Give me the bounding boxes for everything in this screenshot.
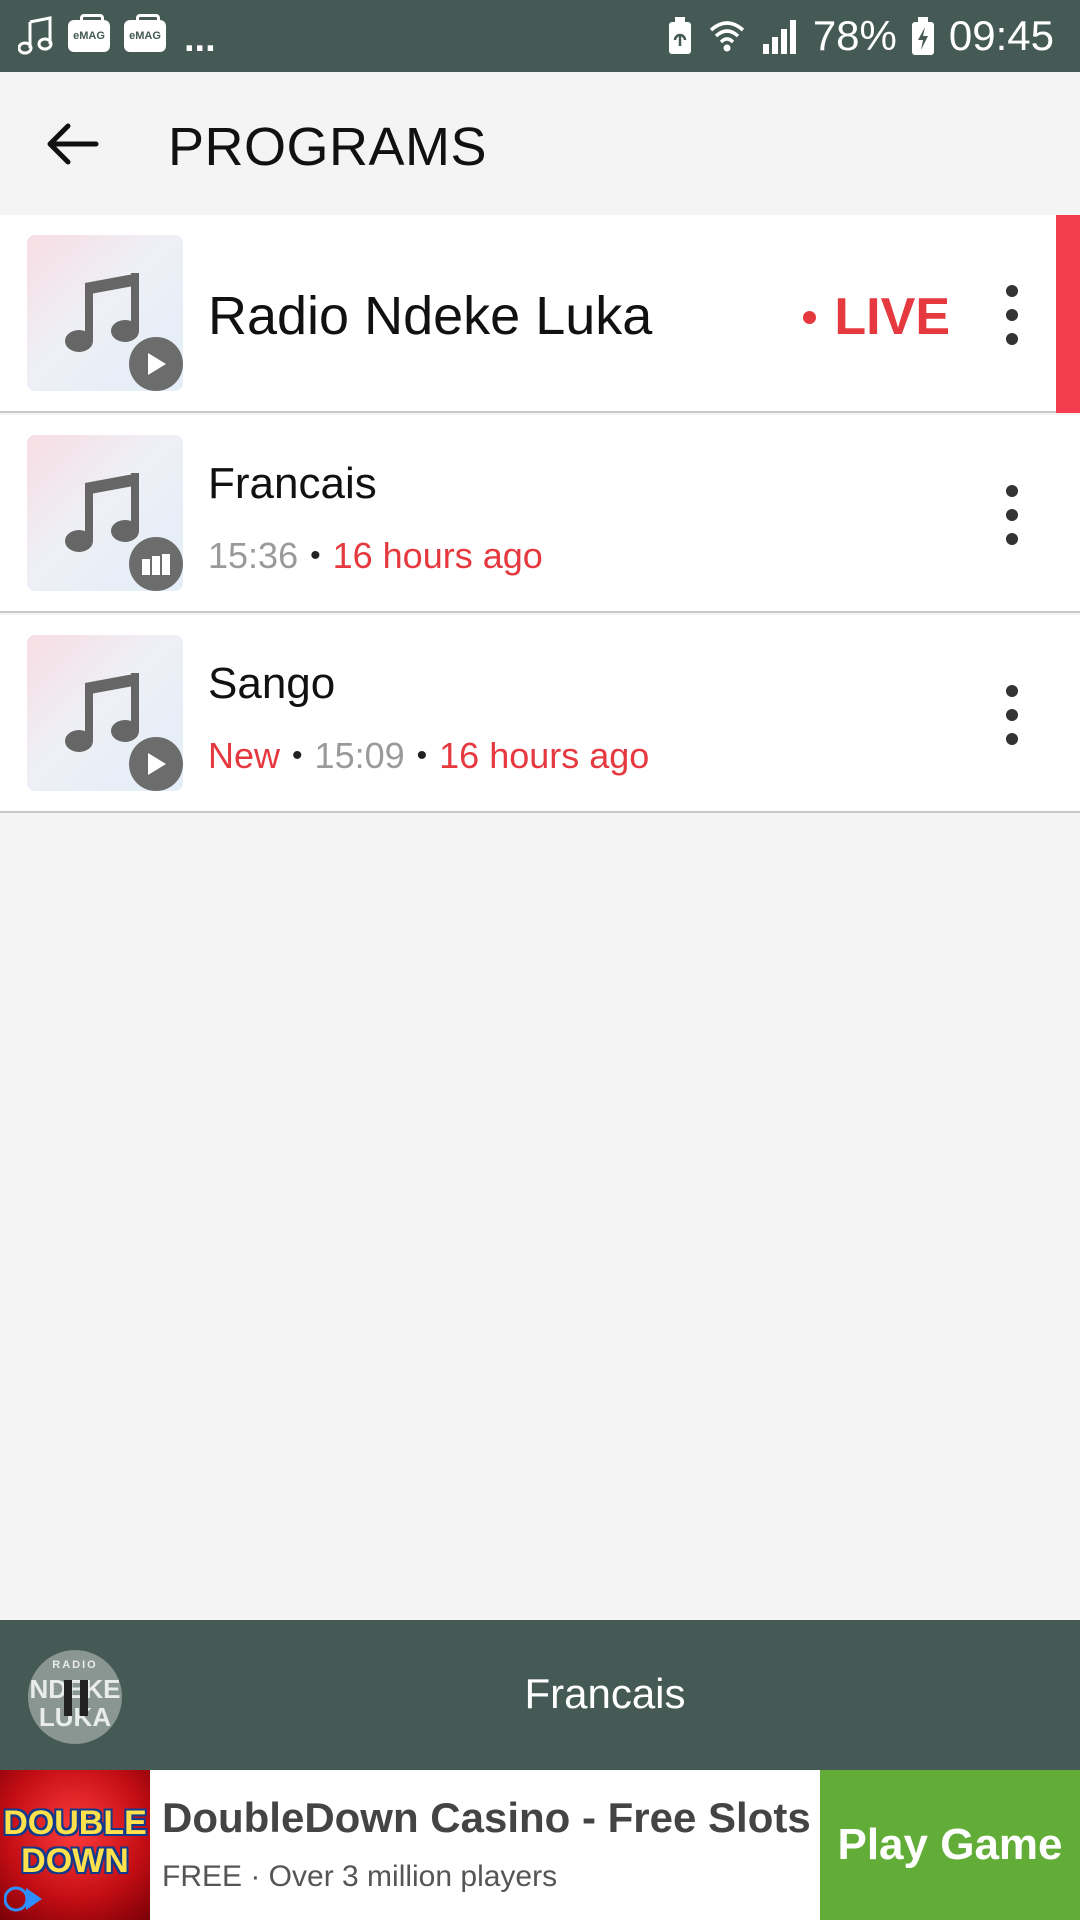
program-duration: 15:36 — [208, 535, 299, 576]
mini-player[interactable]: RADIO NDEKE LUKA Francais — [0, 1620, 1080, 1770]
meta-separator: • — [416, 739, 428, 772]
program-duration: 15:09 — [314, 735, 405, 776]
ad-logo-text: DOWN — [21, 1842, 129, 1880]
status-bar-notifications: eMAG eMAG ... — [18, 12, 216, 60]
more-options-button[interactable] — [1000, 485, 1024, 545]
battery-saver-icon — [668, 17, 691, 54]
back-button[interactable] — [40, 112, 104, 176]
ad-logo-text: DOUBLE — [3, 1804, 147, 1842]
program-age: 16 hours ago — [439, 735, 650, 776]
program-thumbnail — [27, 435, 183, 591]
more-vertical-icon — [1006, 285, 1018, 297]
play-icon — [148, 753, 166, 775]
ad-app-logo[interactable]: DOUBLE DOWN — [0, 1770, 150, 1920]
live-dot-icon — [803, 310, 817, 324]
live-badge: LIVE — [803, 287, 950, 347]
more-vertical-icon — [1006, 685, 1018, 697]
more-options-button[interactable] — [1000, 685, 1024, 745]
program-meta: 15:36 • 16 hours ago — [208, 535, 543, 577]
program-title: Radio Ndeke Luka — [208, 286, 653, 346]
clock: 09:45 — [948, 12, 1054, 59]
logo-text: RADIO — [52, 1659, 98, 1671]
program-thumbnail — [27, 235, 183, 391]
more-notifications-indicator: ... — [184, 17, 216, 60]
emag-icon: eMAG — [68, 14, 110, 52]
app-bar: PROGRAMS — [0, 72, 1080, 215]
ad-title: DoubleDown Casino - Free Slots — [162, 1794, 811, 1841]
play-icon — [148, 353, 166, 375]
play-game-button[interactable]: Play Game — [820, 1770, 1080, 1920]
page-title: PROGRAMS — [168, 117, 488, 177]
station-logo[interactable]: RADIO NDEKE LUKA — [28, 1650, 122, 1744]
ad-subtitle: FREE · Over 3 million players — [162, 1860, 558, 1893]
live-label: LIVE — [834, 288, 950, 346]
signal-icon — [762, 20, 796, 54]
wifi-icon — [709, 21, 744, 52]
program-title: Sango — [208, 659, 336, 708]
now-playing-title: Francais — [524, 1670, 686, 1717]
arrow-left-icon — [47, 123, 99, 165]
program-row-francais[interactable]: Francais 15:36 • 16 hours ago — [0, 415, 1080, 613]
program-row-live[interactable]: Radio Ndeke Luka LIVE — [0, 215, 1080, 413]
more-vertical-icon — [1006, 485, 1018, 497]
program-meta: New • 15:09 • 16 hours ago — [208, 735, 649, 777]
emag-icon: eMAG — [124, 14, 166, 52]
program-row-sango[interactable]: Sango New • 15:09 • 16 hours ago — [0, 615, 1080, 813]
program-age: 16 hours ago — [332, 535, 543, 576]
play-badge[interactable] — [129, 737, 183, 791]
now-playing-bars-icon — [142, 554, 170, 575]
meta-separator: • — [310, 539, 321, 572]
music-note-icon — [18, 16, 53, 55]
battery-percent: 78% — [812, 12, 897, 59]
more-options-button[interactable] — [1000, 285, 1024, 345]
now-playing-indicator — [1056, 215, 1080, 413]
pause-icon — [64, 1680, 88, 1716]
ad-choices-icon[interactable] — [4, 1884, 44, 1914]
status-bar-system: 78% 09:45 — [667, 12, 1054, 60]
new-tag: New — [208, 735, 281, 776]
battery-charging-icon — [911, 17, 934, 55]
status-bar: eMAG eMAG ... 78% 09:45 — [0, 0, 1080, 72]
play-badge[interactable] — [129, 337, 183, 391]
ad-banner[interactable]: DOUBLE DOWN DoubleDown Casino - Free Slo… — [0, 1770, 1080, 1920]
program-title: Francais — [208, 459, 377, 508]
program-thumbnail — [27, 635, 183, 791]
playing-badge[interactable] — [129, 537, 183, 591]
meta-separator: • — [292, 739, 303, 772]
